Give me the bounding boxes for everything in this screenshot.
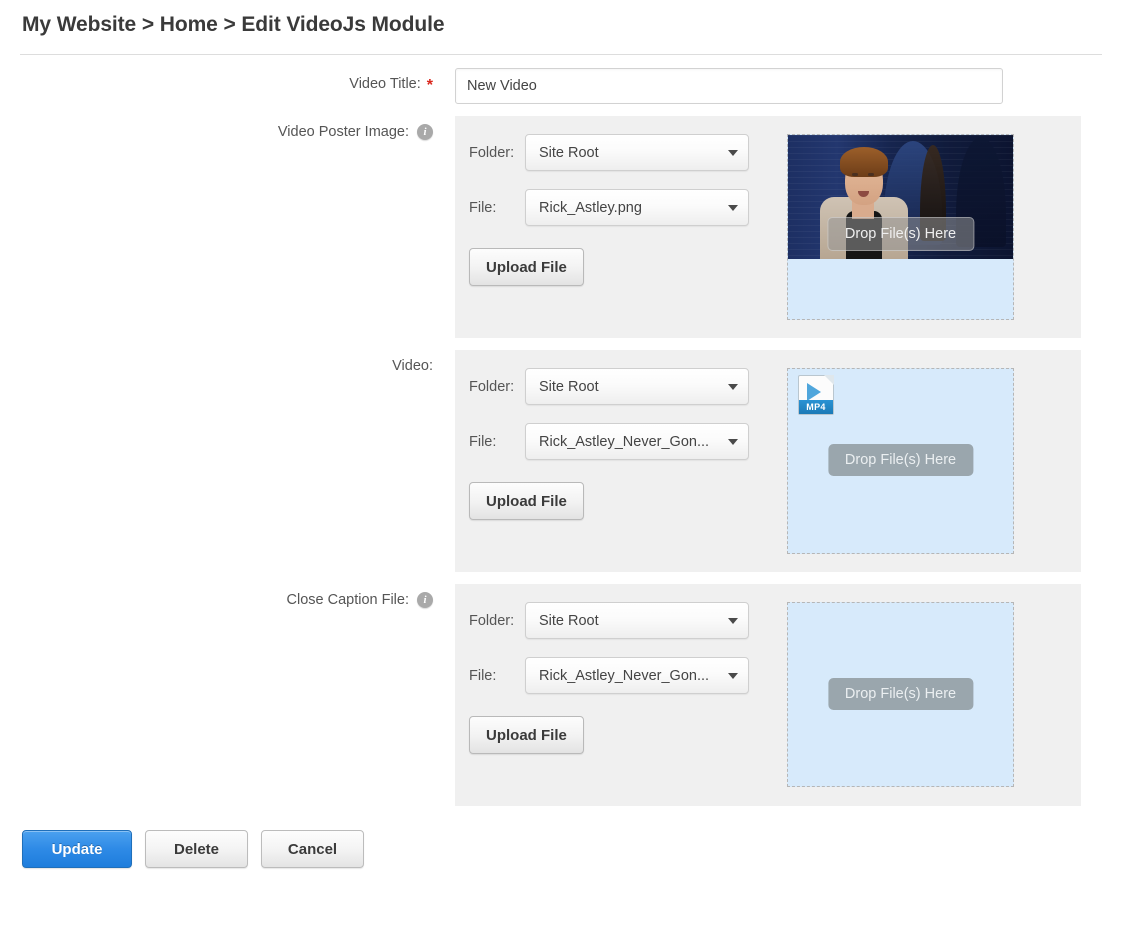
caption-dropzone[interactable]: Drop File(s) Here bbox=[787, 602, 1014, 787]
video-file-select[interactable]: Rick_Astley_Never_Gon... bbox=[525, 423, 749, 460]
page-header: My Website > Home > Edit VideoJs Module bbox=[0, 0, 1122, 38]
poster-image-controls: Folder: Site Root File: Rick_Astley.png bbox=[469, 134, 774, 320]
caption-file-select[interactable]: Rick_Astley_Never_Gon... bbox=[525, 657, 749, 694]
caption-folder-label: Folder: bbox=[469, 612, 515, 629]
chevron-down-icon bbox=[728, 617, 738, 624]
video-file-value: Rick_Astley_Never_Gon... bbox=[539, 433, 710, 450]
preview-figure-hair bbox=[840, 147, 888, 177]
poster-image-label: Video Poster Image: bbox=[277, 124, 409, 140]
caption-file-row: File: Rick_Astley_Never_Gon... bbox=[469, 657, 774, 694]
poster-folder-value: Site Root bbox=[539, 144, 599, 161]
form-row-video: Video: Folder: Site Root File: Rick_Astl… bbox=[0, 350, 1122, 572]
close-caption-label: Close Caption File: bbox=[286, 592, 410, 608]
breadcrumb: My Website > Home > Edit VideoJs Module bbox=[22, 13, 445, 36]
video-folder-row: Folder: Site Root bbox=[469, 368, 774, 405]
video-upload-panel: Folder: Site Root File: Rick_Astley_Neve… bbox=[455, 350, 1081, 572]
mp4-file-icon[interactable]: MP4 bbox=[798, 375, 834, 415]
play-icon bbox=[807, 383, 821, 401]
poster-file-select[interactable]: Rick_Astley.png bbox=[525, 189, 749, 226]
close-caption-field-cell: Folder: Site Root File: Rick_Astley_Neve… bbox=[433, 584, 1081, 806]
caption-file-label: File: bbox=[469, 667, 497, 684]
video-label-cell: Video: bbox=[0, 350, 433, 374]
video-field-cell: Folder: Site Root File: Rick_Astley_Neve… bbox=[433, 350, 1081, 572]
video-title-label-cell: Video Title: * bbox=[0, 68, 433, 94]
chevron-down-icon bbox=[728, 149, 738, 156]
video-file-label: File: bbox=[469, 433, 497, 450]
video-upload-file-button[interactable]: Upload File bbox=[469, 482, 584, 520]
chevron-down-icon bbox=[728, 383, 738, 390]
caption-folder-row: Folder: Site Root bbox=[469, 602, 774, 639]
poster-file-row: File: Rick_Astley.png bbox=[469, 189, 774, 226]
poster-drop-files-label: Drop File(s) Here bbox=[826, 217, 975, 251]
edit-videojs-form: Video Title: * Video Poster Image: i Fol… bbox=[0, 55, 1122, 806]
form-row-video-title: Video Title: * bbox=[0, 68, 1122, 104]
caption-dropzone-wrap: Drop File(s) Here bbox=[774, 602, 1014, 788]
poster-image-label-cell: Video Poster Image: i bbox=[0, 116, 433, 140]
form-actions: Update Delete Cancel bbox=[0, 830, 1122, 868]
chevron-down-icon bbox=[728, 204, 738, 211]
poster-upload-file-button[interactable]: Upload File bbox=[469, 248, 584, 286]
poster-folder-row: Folder: Site Root bbox=[469, 134, 774, 171]
video-folder-value: Site Root bbox=[539, 378, 599, 395]
poster-file-label: File: bbox=[469, 199, 497, 216]
chevron-down-icon bbox=[728, 672, 738, 679]
info-icon[interactable]: i bbox=[417, 592, 433, 608]
caption-drop-files-label: Drop File(s) Here bbox=[827, 677, 974, 710]
caption-folder-value: Site Root bbox=[539, 612, 599, 629]
video-drop-files-label: Drop File(s) Here bbox=[827, 444, 974, 476]
poster-image-upload-panel: Folder: Site Root File: Rick_Astley.png bbox=[455, 116, 1081, 338]
preview-figure-eye-right bbox=[868, 173, 874, 176]
chevron-down-icon bbox=[728, 438, 738, 445]
poster-file-value: Rick_Astley.png bbox=[539, 199, 642, 216]
mp4-fold-corner bbox=[824, 375, 834, 385]
info-icon[interactable]: i bbox=[417, 124, 433, 140]
poster-folder-label: Folder: bbox=[469, 144, 515, 161]
caption-file-value: Rick_Astley_Never_Gon... bbox=[539, 667, 710, 684]
poster-folder-select[interactable]: Site Root bbox=[525, 134, 749, 171]
video-file-row: File: Rick_Astley_Never_Gon... bbox=[469, 423, 774, 460]
video-title-field-cell bbox=[433, 68, 1003, 104]
close-caption-label-cell: Close Caption File: i bbox=[0, 584, 433, 608]
video-folder-select[interactable]: Site Root bbox=[525, 368, 749, 405]
close-caption-upload-panel: Folder: Site Root File: Rick_Astley_Neve… bbox=[455, 584, 1081, 806]
video-dropzone[interactable]: MP4 Drop File(s) Here bbox=[787, 368, 1014, 554]
form-row-close-caption: Close Caption File: i Folder: Site Root … bbox=[0, 584, 1122, 806]
close-caption-controls: Folder: Site Root File: Rick_Astley_Neve… bbox=[469, 602, 774, 788]
delete-button[interactable]: Delete bbox=[145, 830, 248, 868]
update-button[interactable]: Update bbox=[22, 830, 132, 868]
cancel-button[interactable]: Cancel bbox=[261, 830, 364, 868]
video-title-label: Video Title: bbox=[349, 76, 421, 92]
video-folder-label: Folder: bbox=[469, 378, 515, 395]
poster-dropzone[interactable]: Drop File(s) Here bbox=[787, 134, 1014, 320]
poster-image-field-cell: Folder: Site Root File: Rick_Astley.png bbox=[433, 116, 1081, 338]
video-controls: Folder: Site Root File: Rick_Astley_Neve… bbox=[469, 368, 774, 554]
caption-upload-file-button[interactable]: Upload File bbox=[469, 716, 584, 754]
video-label: Video: bbox=[392, 358, 433, 374]
video-dropzone-wrap: MP4 Drop File(s) Here bbox=[774, 368, 1014, 554]
caption-folder-select[interactable]: Site Root bbox=[525, 602, 749, 639]
required-marker: * bbox=[426, 77, 433, 94]
poster-dropzone-wrap: Drop File(s) Here bbox=[774, 134, 1014, 320]
preview-figure-eye-left bbox=[852, 173, 858, 176]
video-title-input[interactable] bbox=[455, 68, 1003, 104]
mp4-extension-label: MP4 bbox=[799, 400, 833, 414]
form-row-poster-image: Video Poster Image: i Folder: Site Root … bbox=[0, 116, 1122, 338]
